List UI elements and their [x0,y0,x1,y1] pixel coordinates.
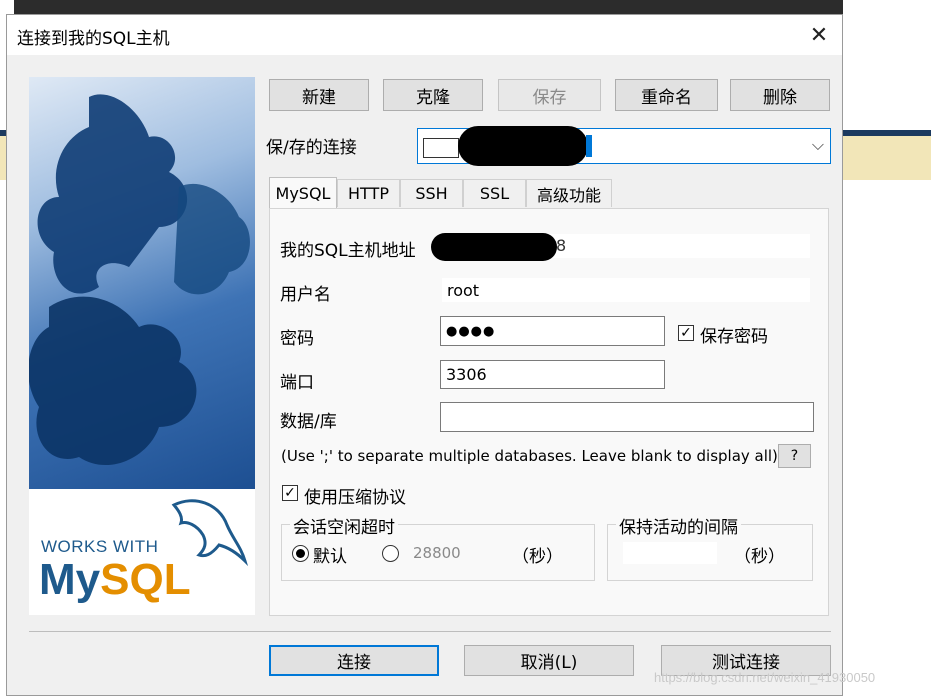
cancel-button[interactable]: 取消(L) [464,645,634,676]
save-password-checkbox[interactable]: ✓ [678,325,694,341]
tab-mysql[interactable]: MySQL [269,177,337,209]
keepalive-input[interactable] [622,541,718,565]
background-bar [843,136,931,180]
selection-highlight [586,135,592,157]
close-icon: ✕ [809,22,829,48]
title-bar: 连接到我的SQL主机 ✕ [7,15,842,55]
dolphin-icon [171,499,249,567]
host-label: 我的SQL主机地址 [280,241,416,261]
port-input[interactable]: 3306 [440,360,665,389]
close-button[interactable]: ✕ [796,15,842,55]
color-swatch [423,138,459,158]
tab-http[interactable]: HTTP [337,179,400,207]
tab-advanced[interactable]: 高级功能 [526,179,612,207]
save-password-label: 保存密码 [700,327,768,347]
default-timeout-label: 默认 [313,547,347,567]
delete-button[interactable]: 删除 [730,79,830,111]
connect-dialog: 连接到我的SQL主机 ✕ WORKS WITH MySQL 新建 克隆 保存 重… [6,14,843,696]
rename-button[interactable]: 重命名 [615,79,718,111]
saved-connection-label: 保/存的连接 [266,138,357,158]
keepalive-title: 保持活动的间隔 [616,513,741,538]
compress-label: 使用压缩协议 [304,488,406,508]
database-label: 数据/库 [280,412,337,432]
tab-ssh[interactable]: SSH [400,179,463,207]
user-label: 用户名 [280,285,331,305]
save-button[interactable]: 保存 [498,79,601,111]
mysql-wordmark: MySQL [39,555,191,604]
custom-timeout-value: 28800 [413,544,461,562]
password-input[interactable]: ●●●● [440,316,665,346]
redacted-connection-name [458,126,588,166]
timeout-unit: （秒） [512,547,563,567]
database-input[interactable] [440,402,814,432]
chevron-down-icon: ⌵ [811,135,824,154]
compress-checkbox[interactable]: ✓ [282,485,298,501]
works-with-text: WORKS WITH [41,537,159,556]
keepalive-unit: （秒） [734,547,785,567]
clone-button[interactable]: 克隆 [383,79,483,111]
puzzle-image [29,77,255,489]
session-timeout-title: 会话空闲超时 [290,513,398,538]
mysql-logo-panel: WORKS WITH MySQL [29,77,255,615]
footer-divider [29,631,831,632]
port-label: 端口 [280,373,314,393]
radio-custom-timeout[interactable] [382,545,399,562]
database-hint: (Use ';' to separate multiple databases.… [281,447,778,465]
help-button[interactable]: ? [778,444,811,468]
dialog-title: 连接到我的SQL主机 [17,29,170,49]
redacted-host [431,233,557,261]
new-button[interactable]: 新建 [269,79,369,111]
tab-ssl[interactable]: SSL [463,179,526,207]
radio-default-timeout[interactable] [292,545,309,562]
background-right [843,0,931,696]
watermark: https://blog.csdn.net/weixin_41930050 [654,670,876,685]
saved-connection-select[interactable]: ⌵ [417,126,831,166]
password-label: 密码 [280,329,314,349]
host-visible-suffix: 8 [556,236,567,255]
username-input[interactable]: root [441,277,811,303]
connect-button[interactable]: 连接 [269,645,439,676]
